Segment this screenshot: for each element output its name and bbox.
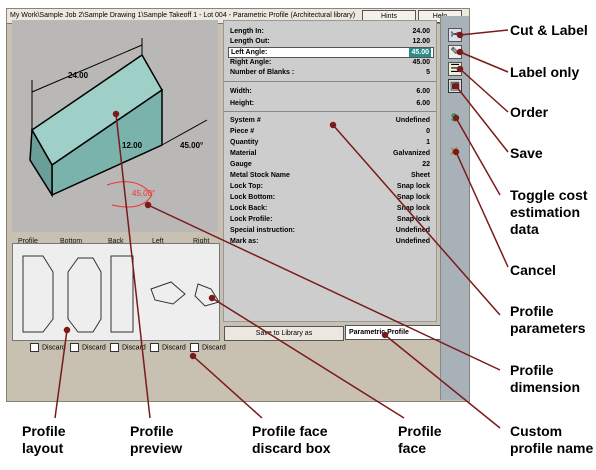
callout-lines bbox=[54, 29, 509, 429]
callout-save: Save bbox=[510, 145, 543, 161]
callout-profile-preview: Profile preview bbox=[130, 423, 183, 456]
callout-profile-face: Profile face bbox=[398, 423, 442, 456]
callout-label-only: Label only bbox=[510, 64, 580, 80]
callout-profile-parameters: Profile parameters bbox=[510, 303, 586, 336]
callout-order: Order bbox=[510, 104, 549, 120]
callout-cut-label: Cut & Label bbox=[510, 22, 588, 38]
callout-profile-face-discard: Profile face discard box bbox=[252, 423, 331, 456]
callout-profile-dimension: Profile dimension bbox=[510, 362, 581, 395]
callout-toggle-cost: Toggle cost estimation data bbox=[510, 187, 588, 237]
callout-cancel: Cancel bbox=[510, 262, 556, 278]
callout-custom-profile-name: Custom profile name bbox=[510, 423, 594, 456]
callout-profile-layout: Profile layout bbox=[22, 423, 66, 456]
